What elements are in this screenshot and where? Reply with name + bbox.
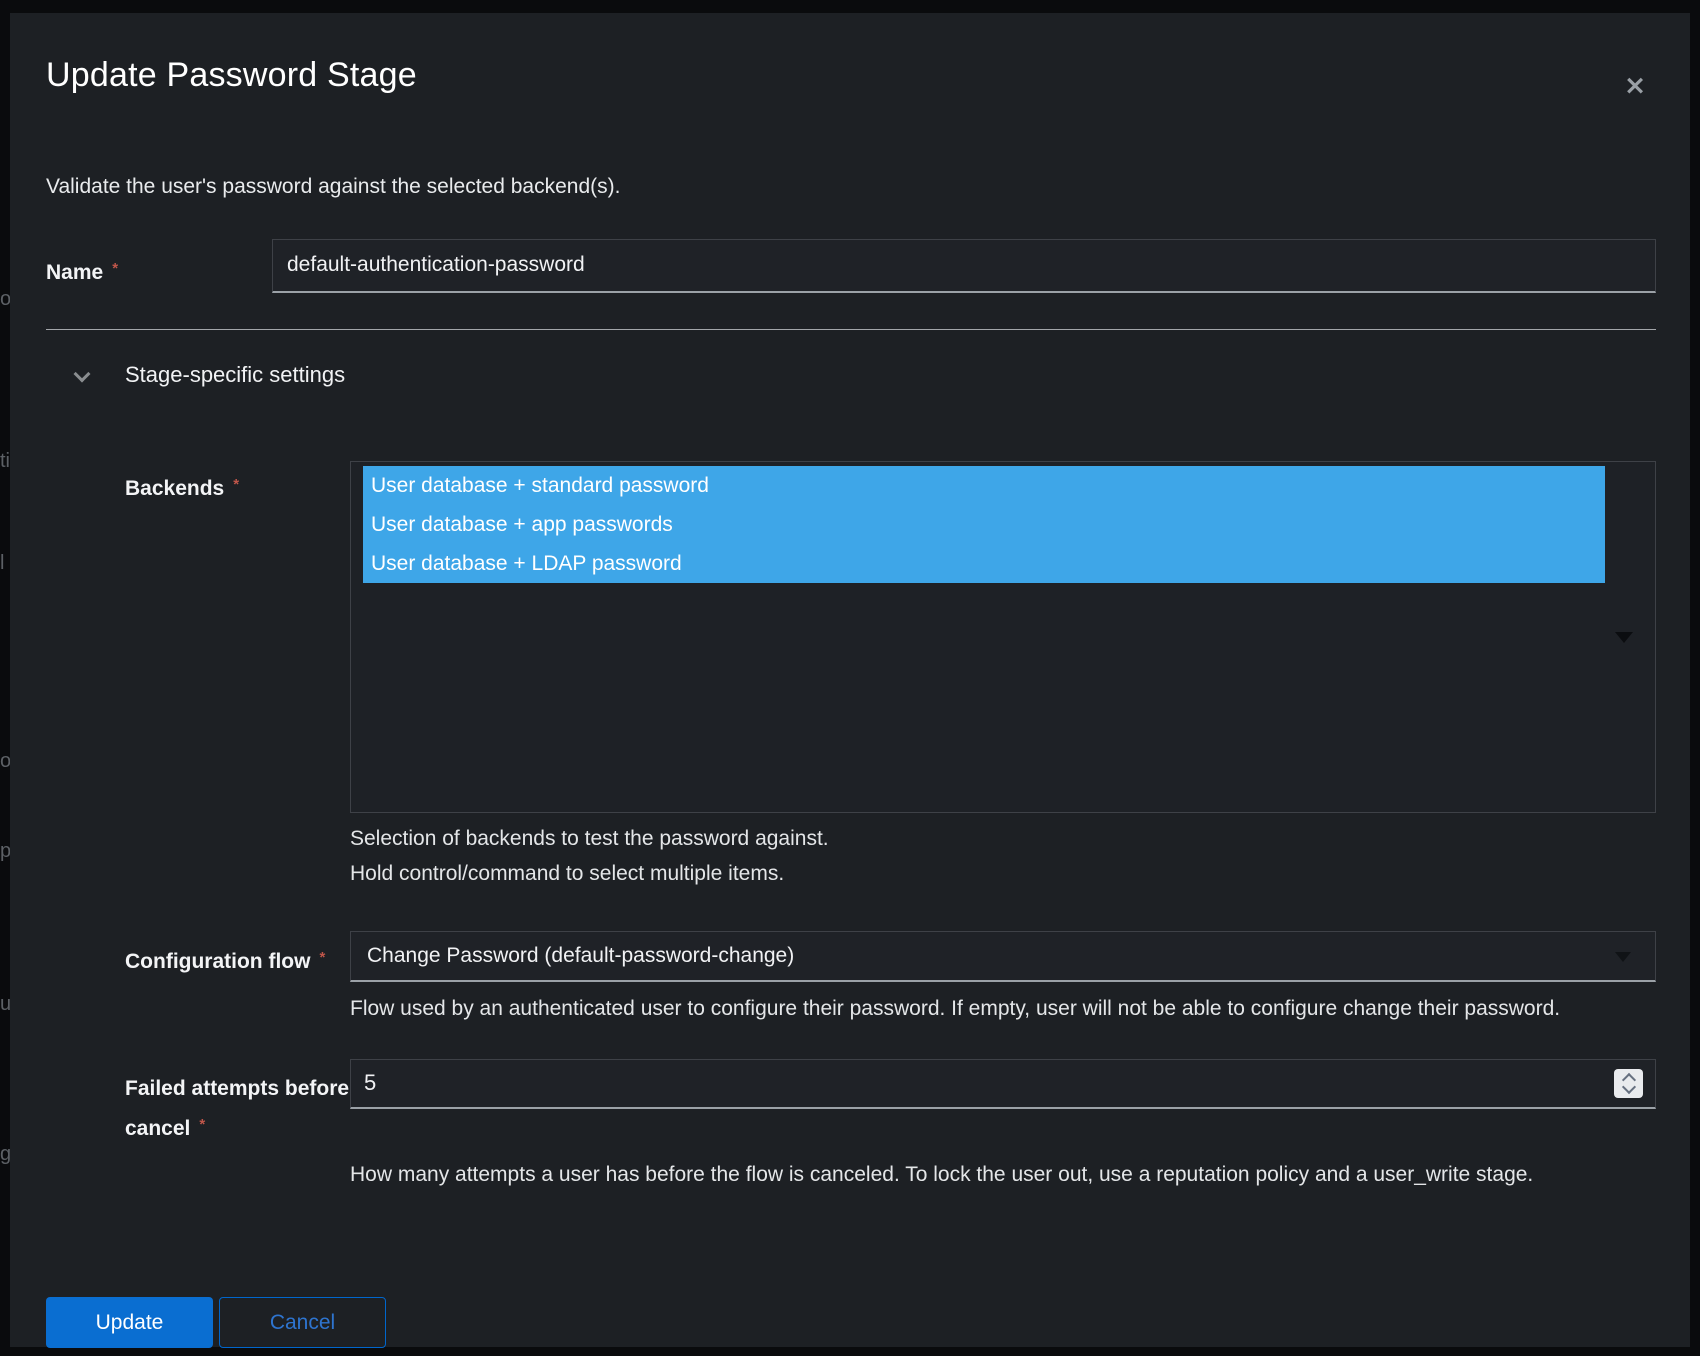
- configuration-flow-select[interactable]: Change Password (default-password-change…: [350, 931, 1656, 982]
- close-icon[interactable]: ×: [1620, 71, 1650, 101]
- modal-footer: Update Cancel: [46, 1297, 1656, 1348]
- backends-option-selected[interactable]: User database + LDAP password: [363, 544, 1605, 583]
- required-asterisk: *: [233, 476, 239, 493]
- failed-attempts-value: 5: [364, 1070, 376, 1095]
- form-divider: [46, 329, 1656, 330]
- number-stepper[interactable]: [1614, 1069, 1643, 1098]
- bg-text-fragment: ti: [0, 450, 10, 473]
- select-caret-icon: [1615, 632, 1633, 643]
- name-input[interactable]: default-authentication-password: [272, 239, 1656, 293]
- backends-label-text: Backends: [125, 477, 224, 500]
- configuration-flow-label-text: Configuration flow: [125, 950, 310, 973]
- failed-attempts-label: Failed attempts before cancel*: [125, 1059, 350, 1147]
- stage-settings-group: Backends * User database + standard passw…: [125, 461, 1656, 1187]
- backends-help-text: Selection of backends to test the passwo…: [350, 827, 1656, 851]
- backends-option-selected[interactable]: User database + standard password: [363, 466, 1605, 505]
- name-field-row: Name * default-authentication-password: [46, 239, 1656, 293]
- backends-help-text: Hold control/command to select multiple …: [350, 862, 1656, 886]
- required-asterisk: *: [199, 1116, 205, 1133]
- select-caret-icon: [1615, 952, 1631, 962]
- failed-attempts-help-row: How many attempts a user has before the …: [125, 1147, 1656, 1187]
- bg-text-fragment: l: [0, 552, 4, 575]
- failed-attempts-field-row: Failed attempts before cancel* 5: [125, 1059, 1656, 1147]
- stage-settings-label: Stage-specific settings: [125, 361, 345, 389]
- backends-label: Backends *: [125, 461, 350, 813]
- required-asterisk: *: [319, 949, 325, 966]
- backends-multiselect[interactable]: User database + standard password User d…: [350, 461, 1656, 813]
- configuration-flow-field-row: Configuration flow * Change Password (def…: [125, 931, 1656, 982]
- name-label: Name *: [46, 239, 272, 293]
- backends-field-row: Backends * User database + standard passw…: [125, 461, 1656, 813]
- configuration-flow-label: Configuration flow *: [125, 931, 350, 982]
- configuration-flow-help-row: Flow used by an authenticated user to co…: [125, 982, 1656, 1021]
- configuration-flow-selected-value: Change Password (default-password-change…: [367, 944, 794, 967]
- failed-attempts-help-text: How many attempts a user has before the …: [350, 1163, 1656, 1187]
- backends-option-selected[interactable]: User database + app passwords: [363, 505, 1605, 544]
- chevron-down-icon: [73, 366, 91, 384]
- backends-help-row: Selection of backends to test the passwo…: [125, 813, 1656, 886]
- failed-attempts-label-text: Failed attempts before cancel: [125, 1077, 349, 1140]
- cancel-button[interactable]: Cancel: [219, 1297, 386, 1348]
- configuration-flow-help-text: Flow used by an authenticated user to co…: [350, 997, 1656, 1021]
- name-label-text: Name: [46, 261, 103, 284]
- stage-settings-expand-header[interactable]: Stage-specific settings: [46, 361, 1656, 389]
- update-button[interactable]: Update: [46, 1297, 213, 1348]
- failed-attempts-input[interactable]: 5: [350, 1059, 1656, 1109]
- modal-title: Update Password Stage: [46, 53, 1656, 97]
- required-asterisk: *: [112, 260, 118, 277]
- update-password-stage-modal: Update Password Stage × Validate the use…: [10, 13, 1690, 1347]
- modal-description: Validate the user's password against the…: [46, 173, 1656, 201]
